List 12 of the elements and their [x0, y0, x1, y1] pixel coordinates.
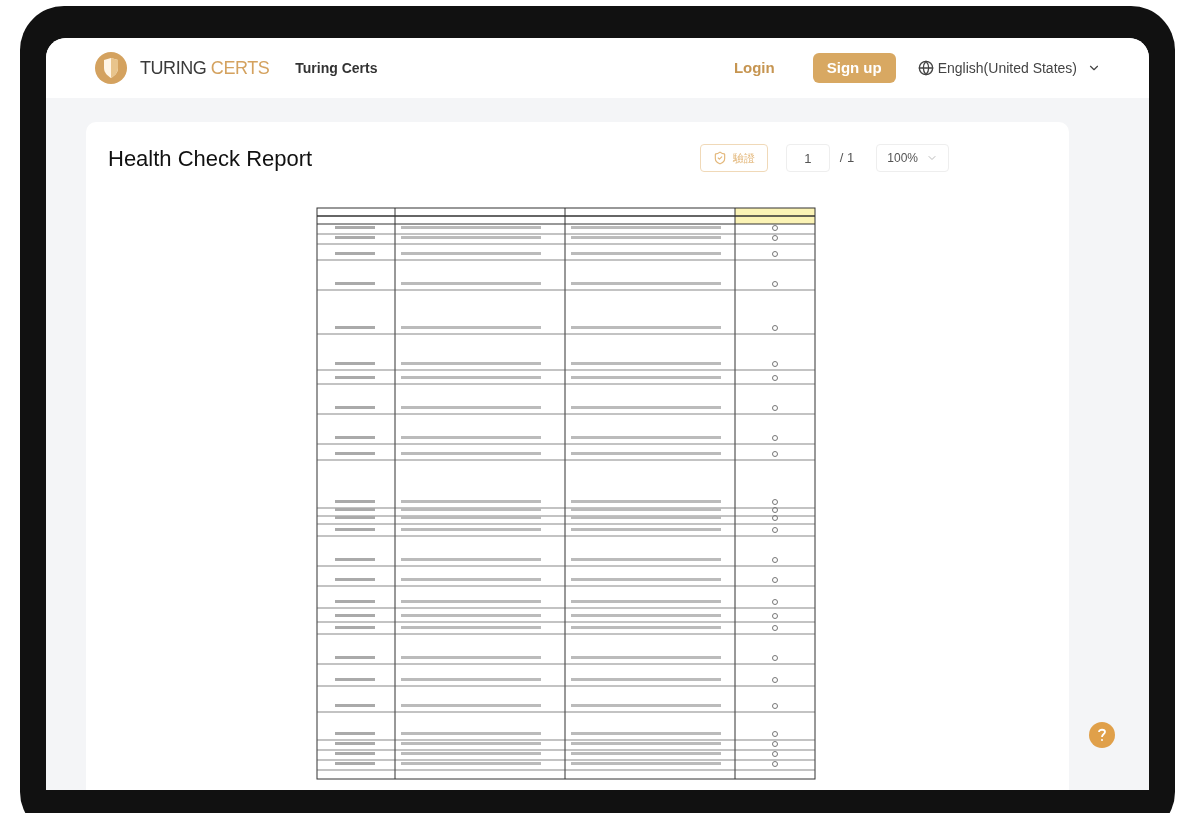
globe-icon: [917, 60, 934, 76]
zoom-select[interactable]: 100%: [876, 144, 949, 172]
language-selector[interactable]: English(United States): [917, 57, 1101, 79]
page-number-field[interactable]: 1: [785, 144, 830, 172]
shield-icon: [712, 151, 727, 165]
help-button[interactable]: [1089, 722, 1115, 748]
page-total: / 1: [839, 149, 855, 168]
document-title: Health Check Report: [108, 144, 313, 173]
site-name: Turing Certs: [295, 58, 378, 78]
question-mark-icon: [1097, 728, 1107, 742]
brand-name: TURING CERTS: [140, 56, 270, 80]
shield-badge-logo-icon: [94, 51, 128, 85]
